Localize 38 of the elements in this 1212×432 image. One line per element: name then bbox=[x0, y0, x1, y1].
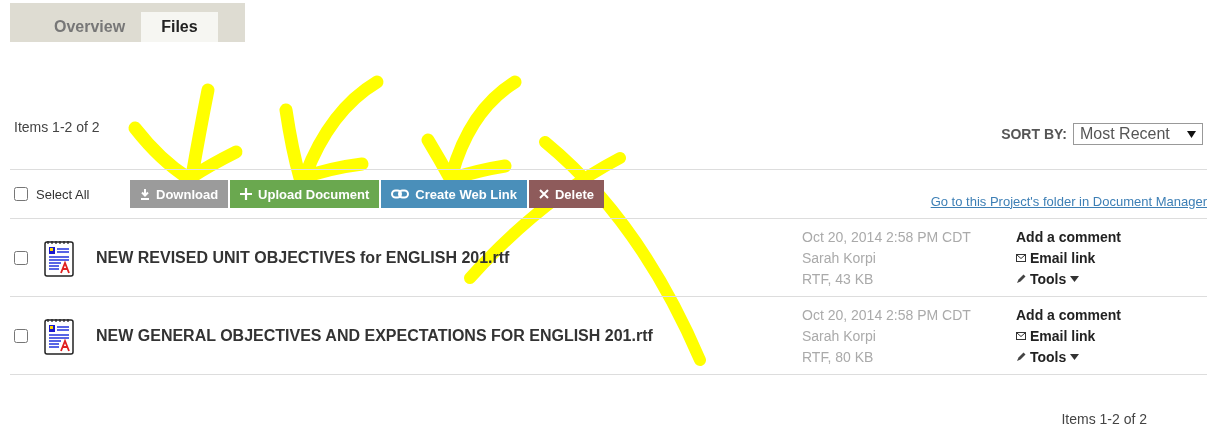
caret-icon bbox=[1070, 275, 1080, 282]
email-link[interactable]: Email link bbox=[1016, 249, 1121, 266]
file-date: Oct 20, 2014 2:58 PM CDT bbox=[802, 228, 972, 245]
item-count: Items 1-2 of 2 bbox=[14, 119, 100, 135]
item-count: Items 1-2 of 2 bbox=[1061, 411, 1147, 427]
envelope-icon bbox=[1016, 253, 1026, 262]
pencil-icon bbox=[1016, 273, 1026, 284]
tools-menu[interactable]: Tools bbox=[1016, 270, 1121, 287]
select-all-label: Select All bbox=[36, 186, 90, 202]
row-checkbox[interactable] bbox=[14, 250, 28, 265]
tab[interactable]: Files bbox=[141, 12, 218, 42]
comment-link[interactable]: Add a comment bbox=[1016, 306, 1121, 323]
link-button[interactable]: Create Web Link bbox=[381, 180, 527, 208]
sort-label: SORT BY: bbox=[1001, 126, 1067, 142]
download-icon bbox=[140, 188, 150, 200]
file-author: Sarah Korpi bbox=[802, 327, 877, 344]
email-link[interactable]: Email link bbox=[1016, 327, 1121, 344]
delete-button[interactable]: Delete bbox=[528, 180, 604, 208]
tools-menu[interactable]: Tools bbox=[1016, 348, 1121, 365]
pencil-icon bbox=[1016, 351, 1026, 362]
plus-icon bbox=[240, 188, 253, 200]
link-icon bbox=[391, 189, 410, 199]
file-name[interactable]: NEW GENERAL OBJECTIVES AND EXPECTATIONS FOR ENGLISH 201.rtf bbox=[96, 326, 802, 345]
caret-icon bbox=[1187, 130, 1196, 138]
document-icon bbox=[44, 238, 74, 277]
select-all-checkbox[interactable] bbox=[14, 187, 28, 201]
envelope-icon bbox=[1016, 331, 1026, 340]
file-size: RTF, 80 KB bbox=[802, 348, 875, 365]
comment-link[interactable]: Add a comment bbox=[1016, 228, 1121, 245]
sort-dropdown[interactable]: Most Recent bbox=[1073, 123, 1203, 145]
caret-icon bbox=[1070, 353, 1080, 360]
file-size: RTF, 43 KB bbox=[802, 270, 875, 287]
file-date: Oct 20, 2014 2:58 PM CDT bbox=[802, 306, 972, 323]
file-author: Sarah Korpi bbox=[802, 249, 877, 266]
folder-link[interactable]: Go to this Project's folder in Document Manager bbox=[930, 193, 1207, 209]
close-icon bbox=[538, 189, 549, 199]
row-checkbox[interactable] bbox=[14, 328, 28, 343]
document-icon bbox=[44, 316, 74, 355]
